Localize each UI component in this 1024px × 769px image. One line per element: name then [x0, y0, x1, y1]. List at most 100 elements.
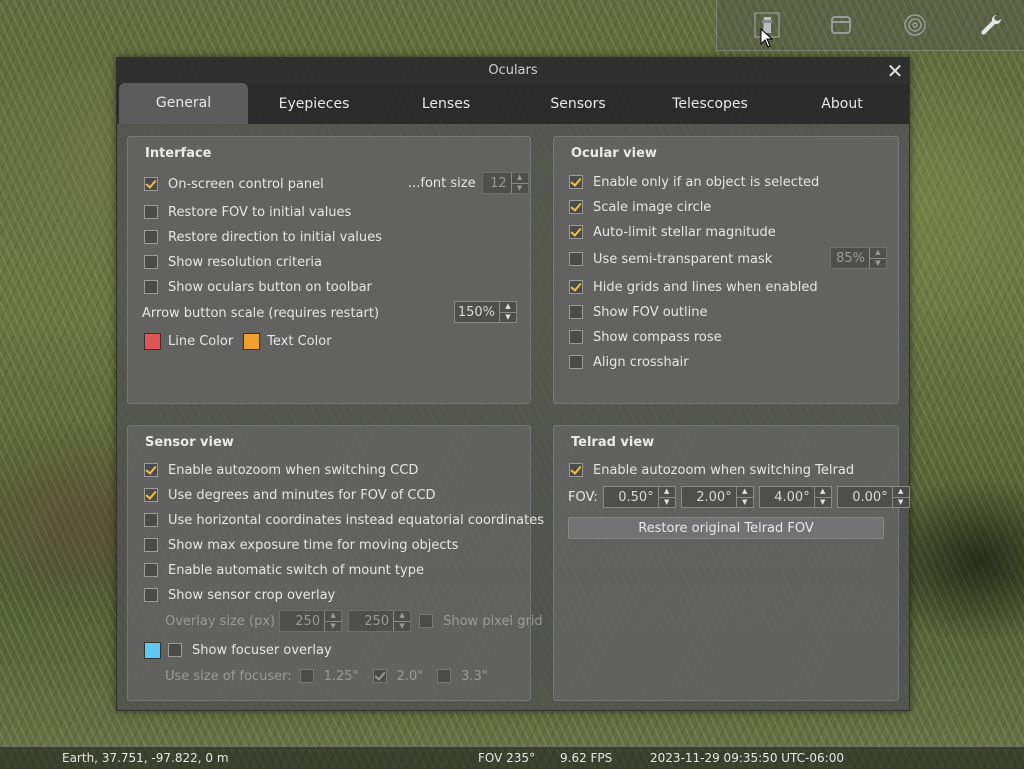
- autozoom-telrad-checkbox[interactable]: Enable autozoom when switching Telrad: [569, 460, 854, 480]
- enable-only-selected-checkbox[interactable]: Enable only if an object is selected: [569, 172, 819, 192]
- show-compass-checkbox[interactable]: Show compass rose: [569, 327, 722, 347]
- checkbox-box[interactable]: [144, 563, 158, 577]
- tab-sensors[interactable]: Sensors: [512, 84, 644, 124]
- spin-down-icon[interactable]: ▼: [325, 620, 342, 632]
- sensor-frame-icon[interactable]: [825, 9, 857, 41]
- checkbox-box[interactable]: [144, 513, 158, 527]
- align-crosshair-checkbox[interactable]: Align crosshair: [569, 352, 689, 372]
- show-resolution-checkbox[interactable]: Show resolution criteria: [144, 252, 322, 272]
- restore-telrad-fov-button[interactable]: Restore original Telrad FOV: [568, 517, 884, 539]
- auto-limit-checkbox[interactable]: Auto-limit stellar magnitude: [569, 222, 776, 242]
- tab-general[interactable]: General: [119, 83, 248, 124]
- spin-up-icon[interactable]: ▲: [512, 173, 528, 183]
- spin-value: 0.50°: [618, 489, 654, 505]
- tab-telescopes[interactable]: Telescopes: [644, 84, 776, 124]
- checkbox-label: Scale image circle: [593, 199, 712, 215]
- checkbox-box[interactable]: [569, 305, 583, 319]
- checkbox-box[interactable]: [144, 588, 158, 602]
- focuser-color-swatch[interactable]: [144, 641, 161, 659]
- checkbox-label: Use horizontal coordinates instead equat…: [168, 512, 544, 528]
- pixel-grid-checkbox[interactable]: [419, 614, 434, 628]
- telrad-fov1-spinbox[interactable]: 0.50° ▲ ▼: [602, 486, 676, 508]
- checkbox-box[interactable]: [569, 252, 583, 266]
- telrad-fov4-spinbox[interactable]: 0.00° ▲ ▼: [836, 486, 910, 508]
- checkbox-box[interactable]: [569, 200, 583, 214]
- telrad-fov2-spinbox[interactable]: 2.00° ▲ ▼: [680, 486, 754, 508]
- status-fov: FOV 235°: [478, 751, 536, 765]
- spin-up-icon[interactable]: ▲: [325, 611, 341, 621]
- checkbox-box[interactable]: [144, 488, 158, 502]
- checkbox-box[interactable]: [144, 463, 158, 477]
- interface-title: Interface: [145, 146, 212, 161]
- telrad-icon[interactable]: [899, 9, 931, 41]
- auto-mount-switch-checkbox[interactable]: Enable automatic switch of mount type: [144, 560, 424, 580]
- overlay-height-spinbox[interactable]: 250 ▲ ▼: [348, 610, 412, 632]
- horizontal-coords-checkbox[interactable]: Use horizontal coordinates instead equat…: [144, 510, 544, 530]
- spin-up-icon[interactable]: ▲: [659, 487, 675, 497]
- spin-down-icon[interactable]: ▼: [892, 496, 909, 508]
- spin-down-icon[interactable]: ▼: [658, 496, 675, 508]
- tab-about[interactable]: About: [776, 84, 908, 124]
- telrad-fov3-spinbox[interactable]: 4.00° ▲ ▼: [758, 486, 832, 508]
- autozoom-ccd-checkbox[interactable]: Enable autozoom when switching CCD: [144, 460, 418, 480]
- checkbox-box[interactable]: [144, 280, 158, 294]
- hide-grids-checkbox[interactable]: Hide grids and lines when enabled: [569, 277, 818, 297]
- spin-up-icon[interactable]: ▲: [815, 487, 831, 497]
- restore-fov-checkbox[interactable]: Restore FOV to initial values: [144, 202, 351, 222]
- dialog-titlebar[interactable]: Oculars ✕: [117, 58, 909, 84]
- spin-up-icon[interactable]: ▲: [893, 487, 909, 497]
- spin-down-icon[interactable]: ▼: [870, 257, 886, 269]
- spin-down-icon[interactable]: ▼: [814, 496, 831, 508]
- crop-overlay-checkbox[interactable]: Show sensor crop overlay: [144, 585, 335, 605]
- checkbox-box[interactable]: [569, 463, 583, 477]
- status-bar: Earth, 37.751, -97.822, 0 m FOV 235° 9.6…: [0, 746, 1024, 769]
- checkbox-box[interactable]: [569, 225, 583, 239]
- checkbox-box[interactable]: [144, 538, 158, 552]
- telrad-fov-row: FOV: 0.50° ▲ ▼ 2.00° ▲ ▼ 4.00° ▲ ▼ 0.00° ▲ ▼: [568, 486, 910, 508]
- checkbox-box[interactable]: [144, 230, 158, 244]
- checkbox-box[interactable]: [144, 205, 158, 219]
- overlay-width-spinbox[interactable]: 250 ▲ ▼: [279, 610, 343, 632]
- spin-down-icon[interactable]: ▼: [736, 496, 753, 508]
- checkbox-box[interactable]: [569, 175, 583, 189]
- spin-down-icon[interactable]: ▼: [394, 620, 411, 632]
- size-20-checkbox[interactable]: [372, 669, 387, 683]
- spin-down-icon[interactable]: ▼: [500, 311, 516, 323]
- checkbox-box[interactable]: [569, 280, 583, 294]
- close-icon[interactable]: ✕: [883, 59, 907, 83]
- on-screen-control-panel-checkbox[interactable]: On-screen control panel: [144, 174, 324, 194]
- status-datetime[interactable]: 2023-11-29 09:35:50 UTC-06:00: [650, 751, 844, 765]
- checkbox-box[interactable]: [144, 255, 158, 269]
- line-color-swatch[interactable]: [144, 332, 161, 350]
- checkbox-box[interactable]: [569, 330, 583, 344]
- spin-up-icon[interactable]: ▲: [737, 487, 753, 497]
- tab-lenses[interactable]: Lenses: [380, 84, 512, 124]
- size-20-label: 2.0": [396, 668, 424, 684]
- checkbox-box[interactable]: [144, 177, 158, 191]
- size-33-checkbox[interactable]: [437, 669, 452, 683]
- arrow-scale-spinbox[interactable]: 150% ▲ ▼: [454, 301, 517, 323]
- semi-transparent-spinbox[interactable]: 85% ▲ ▼: [830, 247, 887, 269]
- font-size-spinbox[interactable]: 12 ▲ ▼: [481, 172, 529, 194]
- spin-value: 4.00°: [774, 489, 810, 505]
- tab-eyepieces[interactable]: Eyepieces: [248, 84, 380, 124]
- spin-down-icon[interactable]: ▼: [511, 182, 528, 194]
- semi-transparent-checkbox[interactable]: Use semi-transparent mask: [569, 249, 772, 269]
- text-color-swatch[interactable]: [243, 332, 261, 350]
- wrench-icon[interactable]: [975, 9, 1007, 41]
- max-exposure-checkbox[interactable]: Show max exposure time for moving object…: [144, 535, 458, 555]
- status-location[interactable]: Earth, 37.751, -97.822, 0 m: [62, 751, 229, 765]
- arrow-scale-row: 150% ▲ ▼: [454, 301, 517, 323]
- spin-up-icon[interactable]: ▲: [500, 302, 516, 312]
- restore-direction-checkbox[interactable]: Restore direction to initial values: [144, 227, 382, 247]
- spin-up-icon[interactable]: ▲: [394, 611, 410, 621]
- size-125-checkbox[interactable]: [299, 669, 314, 683]
- checkbox-label: Show sensor crop overlay: [168, 587, 336, 603]
- scale-image-circle-checkbox[interactable]: Scale image circle: [569, 197, 711, 217]
- focuser-overlay-checkbox[interactable]: [168, 643, 182, 657]
- show-button-toolbar-checkbox[interactable]: Show oculars button on toolbar: [144, 277, 372, 297]
- spin-up-icon[interactable]: ▲: [870, 248, 886, 258]
- show-fov-outline-checkbox[interactable]: Show FOV outline: [569, 302, 707, 322]
- checkbox-box[interactable]: [569, 355, 583, 369]
- degrees-minutes-checkbox[interactable]: Use degrees and minutes for FOV of CCD: [144, 485, 436, 505]
